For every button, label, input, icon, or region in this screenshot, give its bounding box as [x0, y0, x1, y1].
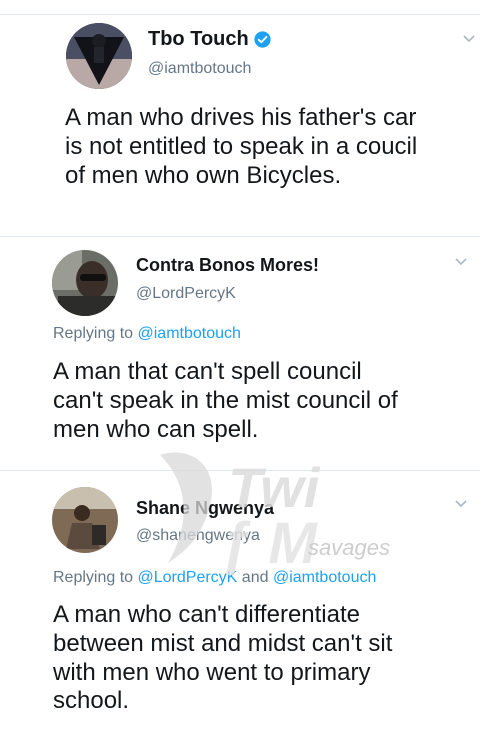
display-name[interactable]: Tbo Touch: [148, 28, 249, 51]
display-name[interactable]: Contra Bonos Mores!: [136, 255, 319, 276]
tweet-tbo-touch[interactable]: Tbo Touch @iamtbotouch A man who drives …: [0, 0, 480, 235]
chevron-down-icon[interactable]: [454, 257, 468, 267]
avatar[interactable]: [66, 23, 132, 89]
tweet-text-line: men who can spell.: [53, 415, 259, 443]
tweet-text-line: is not entitled to speak in a coucil: [65, 132, 418, 160]
tweet-text-line: A man that can't spell council: [53, 358, 362, 385]
tweet-text-line: can't speak in the mist council of: [53, 386, 398, 414]
tweet-text-line: A man who drives his father's car: [65, 104, 417, 131]
reply-mention-link[interactable]: @iamtbotouch: [138, 325, 241, 342]
replying-to-line: Replying to @iamtbotouch: [53, 325, 241, 343]
tweet-shane-ngwenya[interactable]: Shane Ngwenya @shanengwenya Replying to …: [0, 471, 480, 750]
tweet-text-line: of men who own Bicycles.: [65, 161, 342, 189]
handle[interactable]: @iamtbotouch: [148, 60, 251, 78]
avatar[interactable]: [52, 250, 118, 316]
handle[interactable]: @shanengwenya: [136, 527, 260, 545]
replying-to-label: Replying to: [53, 569, 134, 586]
handle[interactable]: @LordPercyK: [136, 285, 236, 303]
chevron-down-icon[interactable]: [462, 34, 476, 44]
tweet-text: A man who drives his father's car is not…: [65, 104, 417, 190]
replying-to-label: Replying to: [53, 325, 134, 342]
avatar[interactable]: [52, 487, 118, 553]
reply-mention-link[interactable]: @LordPercyK: [138, 569, 238, 586]
tweet-contra-bonos-mores[interactable]: Contra Bonos Mores! @LordPercyK Replying…: [0, 237, 480, 470]
verified-badge-icon: [254, 31, 271, 48]
tweet-text-line: school.: [53, 687, 130, 715]
replying-to-line: Replying to @LordPercyK and @iamtbotouch: [53, 569, 376, 587]
tweet-text: A man that can't spell council can't spe…: [53, 358, 398, 444]
tweet-text-line: with men who went to primary: [53, 658, 371, 686]
reply-mention-link[interactable]: @iamtbotouch: [273, 569, 376, 586]
tweet-text: A man who can't differentiate between mi…: [53, 601, 392, 716]
chevron-down-icon[interactable]: [454, 499, 468, 509]
tweet-text-line: between mist and midst can't sit: [53, 629, 393, 657]
replying-and-label: and: [241, 569, 269, 586]
display-name[interactable]: Shane Ngwenya: [136, 498, 274, 519]
tweet-text-line: A man who can't differentiate: [53, 601, 360, 628]
